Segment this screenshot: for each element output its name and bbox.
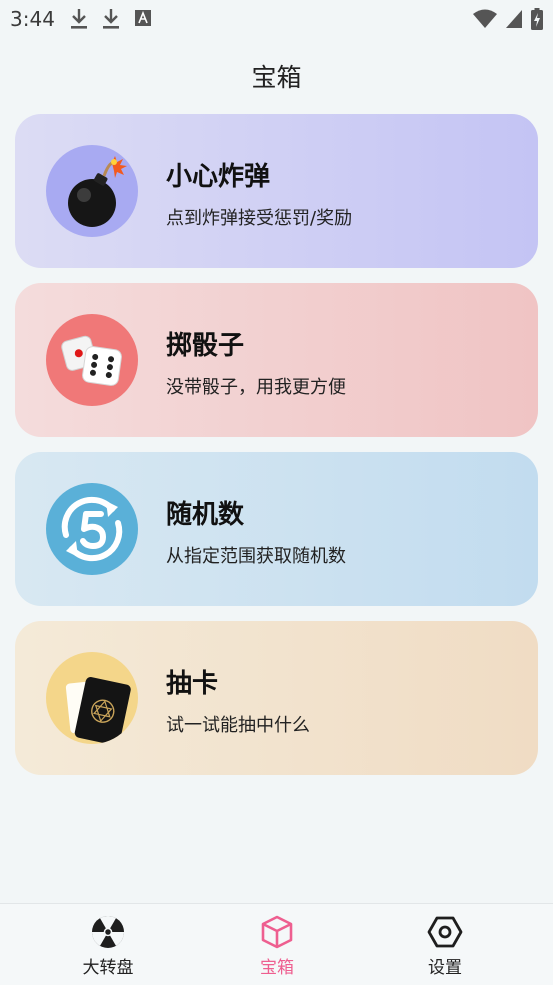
card-subtitle: 试一试能抽中什么 bbox=[166, 715, 310, 736]
card-bomb[interactable]: 小心炸弹 点到炸弹接受惩罚/奖励 bbox=[15, 114, 538, 268]
card-draw-card[interactable]: 抽卡 试一试能抽中什么 bbox=[15, 621, 538, 775]
card-title: 随机数 bbox=[166, 500, 245, 530]
box-icon bbox=[259, 914, 295, 950]
tab-label: 设置 bbox=[428, 958, 462, 978]
card-icon-circle bbox=[46, 145, 138, 237]
card-icon-circle bbox=[46, 314, 138, 406]
number-five-icon bbox=[61, 496, 123, 562]
card-title: 抽卡 bbox=[166, 669, 219, 699]
hexagon-settings-icon bbox=[427, 914, 463, 950]
tab-settings[interactable]: 设置 bbox=[375, 904, 515, 985]
tab-label: 大转盘 bbox=[82, 958, 134, 978]
status-time: 3:44 bbox=[10, 7, 55, 31]
bottom-tab-bar: 大转盘 宝箱 设置 bbox=[0, 903, 553, 985]
page-title: 宝箱 bbox=[251, 63, 302, 92]
wifi-icon bbox=[473, 9, 497, 28]
download-icon bbox=[71, 9, 87, 29]
battery-charging-icon bbox=[531, 8, 543, 30]
card-title: 小心炸弹 bbox=[166, 162, 271, 192]
download-icon bbox=[103, 9, 119, 29]
signal-icon bbox=[506, 10, 522, 28]
wheel-icon bbox=[90, 914, 126, 950]
bomb-icon bbox=[68, 156, 127, 227]
dice-icon bbox=[61, 335, 122, 386]
card-title: 掷骰子 bbox=[166, 331, 245, 361]
card-subtitle: 点到炸弹接受惩罚/奖励 bbox=[166, 208, 353, 229]
card-icon bbox=[65, 677, 131, 744]
card-icon-circle bbox=[46, 483, 138, 575]
card-subtitle: 没带骰子，用我更方便 bbox=[166, 377, 346, 398]
card-dice[interactable]: 掷骰子 没带骰子，用我更方便 bbox=[15, 283, 538, 437]
card-random-number[interactable]: 随机数 从指定范围获取随机数 bbox=[15, 452, 538, 606]
status-notification-icons bbox=[70, 8, 152, 30]
card-icon-circle bbox=[46, 652, 138, 744]
tab-box[interactable]: 宝箱 bbox=[207, 904, 347, 985]
card-subtitle: 从指定范围获取随机数 bbox=[166, 546, 346, 567]
tab-wheel[interactable]: 大转盘 bbox=[38, 904, 178, 985]
status-bar: 3:44 bbox=[0, 0, 553, 38]
tab-label: 宝箱 bbox=[260, 958, 294, 978]
keyboard-a-icon bbox=[135, 10, 151, 26]
status-system-icons bbox=[473, 8, 543, 30]
